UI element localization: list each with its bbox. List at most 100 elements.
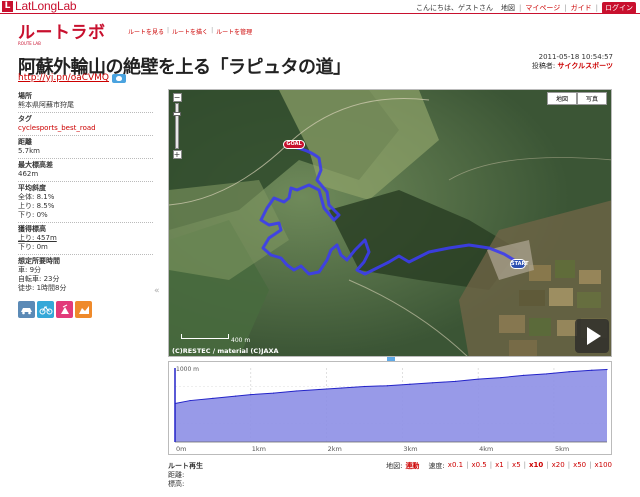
elevation-point (318, 388, 320, 391)
max-alt-label: 最大標高差 (18, 161, 53, 169)
speed-label: 速度: (428, 462, 445, 470)
short-url-link[interactable]: http://yj.pn/oaCVMQ (18, 73, 109, 83)
logo-mark-icon: L (2, 0, 13, 12)
speed-option-x0.1[interactable]: x0.1 (448, 461, 463, 471)
map-type-map-button[interactable]: 地図 (546, 92, 577, 105)
route-info-panel: 場所 熊本県阿蘇市狩尾 タグ cyclesports_best_road 距離 … (18, 90, 153, 318)
greeting: こんにちは、ゲストさん (416, 4, 494, 12)
post-datetime: 2011-05-18 10:54:57 (538, 53, 613, 61)
gain-label: 獲得標高 (18, 225, 46, 233)
zoom-slider-knob[interactable] (173, 112, 181, 116)
manage-route-link[interactable]: ルートを管理 (216, 27, 252, 36)
play-icon (587, 327, 601, 345)
elevation-point (250, 394, 252, 396)
nav-mypage-link[interactable]: マイページ (525, 3, 560, 13)
zoom-in-button[interactable]: + (172, 150, 182, 159)
speed-option-x0.5[interactable]: x0.5 (471, 461, 486, 471)
slope-label: 平均斜度 (18, 184, 46, 192)
elevation-point (432, 382, 434, 384)
slope-block: 平均斜度 全体: 8.1% 上り: 8.5% 下り: 0% (18, 182, 153, 223)
routelab-logo[interactable]: ルートラボ ROUTE LAB (18, 18, 128, 48)
bicycle-icon[interactable] (37, 301, 54, 318)
short-url: http://yj.pn/oaCVMQ (18, 73, 127, 83)
separator: | (466, 461, 469, 469)
elevation-point (568, 371, 570, 373)
logo-text: LatLongLab (15, 0, 77, 13)
elevation-chart-svg: 0m 1km 2km 3km 4km 5km 1000 m (174, 366, 608, 453)
x-tick-label: 0m (176, 445, 186, 453)
separator: | (167, 27, 170, 34)
tag-label: タグ (18, 115, 32, 123)
elevation-point (295, 390, 297, 392)
satellite-image (169, 90, 611, 356)
x-tick-label: 1km (252, 445, 266, 453)
run-icon[interactable] (75, 301, 92, 318)
separator: | (564, 4, 567, 12)
max-alt-block: 最大標高差 462m (18, 159, 153, 182)
sub-nav: ルートを見る | ルートを描く | ルートを管理 (128, 27, 252, 36)
gain-block: 獲得標高 上り: 457m 下り: 0m (18, 223, 153, 255)
nav-map-link[interactable]: 地図 (501, 3, 515, 13)
place-value: 熊本県阿蘇市狩尾 (18, 101, 74, 109)
goal-marker[interactable]: GOAL (283, 140, 305, 149)
elevation-point (477, 378, 479, 380)
separator: | (506, 461, 510, 469)
separator: | (567, 461, 571, 469)
collapse-panel-icon[interactable]: « (154, 286, 160, 296)
tag-link[interactable]: cyclesports_best_road (18, 124, 96, 132)
speed-option-x50[interactable]: x50 (573, 461, 586, 471)
elevation-point (523, 374, 525, 376)
separator: | (523, 461, 527, 469)
elevation-point (500, 377, 502, 379)
map-type-photo-button[interactable]: 写真 (576, 92, 607, 105)
slope-up: 上り: 8.5% (18, 202, 55, 210)
elevation-area (175, 369, 607, 442)
twitter-icon[interactable] (112, 73, 127, 83)
route-meta: 2011-05-18 10:54:57 投稿者: サイクルスポーツ (532, 53, 613, 71)
elevation-point (235, 395, 237, 397)
play-button[interactable] (575, 319, 609, 353)
playback-altitude-label: 標高: (168, 480, 185, 488)
speed-option-x1[interactable]: x1 (495, 461, 504, 471)
latlonglab-logo[interactable]: L LatLongLab (2, 0, 77, 13)
route-map[interactable]: − + 地図 写真 GOAL START 400 m (C)RESTEC / m… (168, 89, 612, 357)
map-sync-label: 地図: (386, 462, 403, 470)
speed-option-x5[interactable]: x5 (512, 461, 521, 471)
x-tick-label: 5km (555, 445, 569, 453)
slope-all: 全体: 8.1% (18, 193, 55, 201)
draw-route-link[interactable]: ルートを描く (172, 27, 208, 36)
poster-label: 投稿者: (531, 62, 556, 70)
elevation-point (454, 380, 457, 382)
poster-link[interactable]: サイクルスポーツ (557, 62, 613, 70)
elevation-point (212, 397, 214, 399)
separator: | (589, 461, 592, 469)
speed-option-x100[interactable]: x100 (594, 461, 612, 471)
distance-value: 5.7km (18, 147, 41, 155)
time-bike: 自転車: 23分 (18, 275, 60, 283)
start-marker[interactable]: START (510, 259, 529, 269)
travel-modes (18, 301, 153, 318)
elevation-point (409, 383, 411, 385)
time-car: 車: 9分 (18, 266, 42, 274)
x-tick-label: 2km (328, 445, 342, 453)
separator: | (546, 461, 549, 469)
x-tick-label: 4km (479, 445, 493, 453)
nav-guide-link[interactable]: ガイド (571, 3, 592, 13)
speed-option-x10[interactable]: x10 (529, 461, 543, 471)
walk-icon[interactable] (56, 301, 73, 318)
distance-label: 距離 (18, 138, 32, 146)
brand-title: ルートラボ (18, 23, 106, 42)
map-sync-toggle[interactable]: 連動 (405, 461, 419, 471)
zoom-slider[interactable] (173, 103, 181, 149)
map-copyright: (C)RESTEC / material (C)JAXA (172, 347, 279, 355)
speed-option-x20[interactable]: x20 (552, 461, 565, 471)
map-type-control: 地図 写真 (546, 92, 607, 105)
route-playback: ルート再生 地図: 連動 速度: x0.1 | x0.5 | x1 | x5 | x10 | x20… (168, 461, 612, 489)
view-routes-link[interactable]: ルートを見る (128, 27, 164, 36)
car-icon[interactable] (18, 301, 35, 318)
y-max-label: 1000 m (176, 366, 199, 373)
tag-block: タグ cyclesports_best_road (18, 113, 153, 136)
elevation-chart[interactable]: 0m 1km 2km 3km 4km 5km 1000 m (168, 361, 612, 455)
zoom-out-button[interactable]: − (172, 93, 182, 102)
max-alt-value: 462m (18, 170, 39, 178)
